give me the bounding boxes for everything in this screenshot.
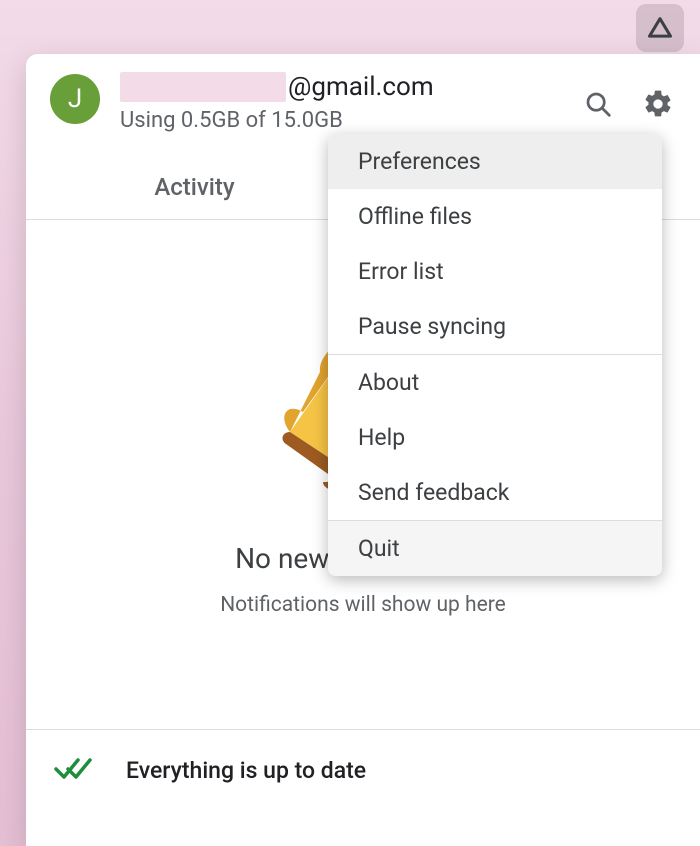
drive-popover-panel: J @gmail.com Using 0.5GB of 15.0GB: [26, 54, 700, 846]
sync-complete-icon: [54, 754, 94, 786]
gear-icon: [642, 88, 674, 120]
tray-drive-icon[interactable]: [636, 4, 684, 52]
search-button[interactable]: [580, 86, 616, 122]
menu-item-pause-syncing[interactable]: Pause syncing: [328, 299, 662, 354]
menu-item-send-feedback[interactable]: Send feedback: [328, 465, 662, 520]
avatar-letter: J: [68, 84, 82, 114]
search-icon: [583, 89, 613, 119]
status-text: Everything is up to date: [126, 757, 366, 784]
redacted-email-local: [120, 72, 286, 102]
account-info: @gmail.com Using 0.5GB of 15.0GB: [120, 72, 560, 133]
header: J @gmail.com Using 0.5GB of 15.0GB: [26, 54, 700, 143]
empty-subtitle: Notifications will show up here: [220, 593, 506, 617]
menu-item-preferences[interactable]: Preferences: [328, 134, 662, 189]
header-actions: [580, 86, 676, 122]
menu-item-help[interactable]: Help: [328, 410, 662, 465]
menu-item-quit[interactable]: Quit: [328, 521, 662, 576]
menu-item-about[interactable]: About: [328, 355, 662, 410]
menu-item-error-list[interactable]: Error list: [328, 244, 662, 299]
email-suffix: @gmail.com: [288, 72, 434, 102]
account-email[interactable]: @gmail.com: [120, 72, 560, 102]
settings-menu: Preferences Offline files Error list Pau…: [328, 134, 662, 576]
drive-triangle-icon: [646, 14, 674, 42]
status-bar: Everything is up to date: [26, 730, 700, 810]
settings-button[interactable]: [640, 86, 676, 122]
storage-usage: Using 0.5GB of 15.0GB: [120, 108, 560, 133]
avatar[interactable]: J: [50, 74, 100, 124]
menu-item-offline-files[interactable]: Offline files: [328, 189, 662, 244]
tab-activity[interactable]: Activity: [26, 155, 363, 219]
